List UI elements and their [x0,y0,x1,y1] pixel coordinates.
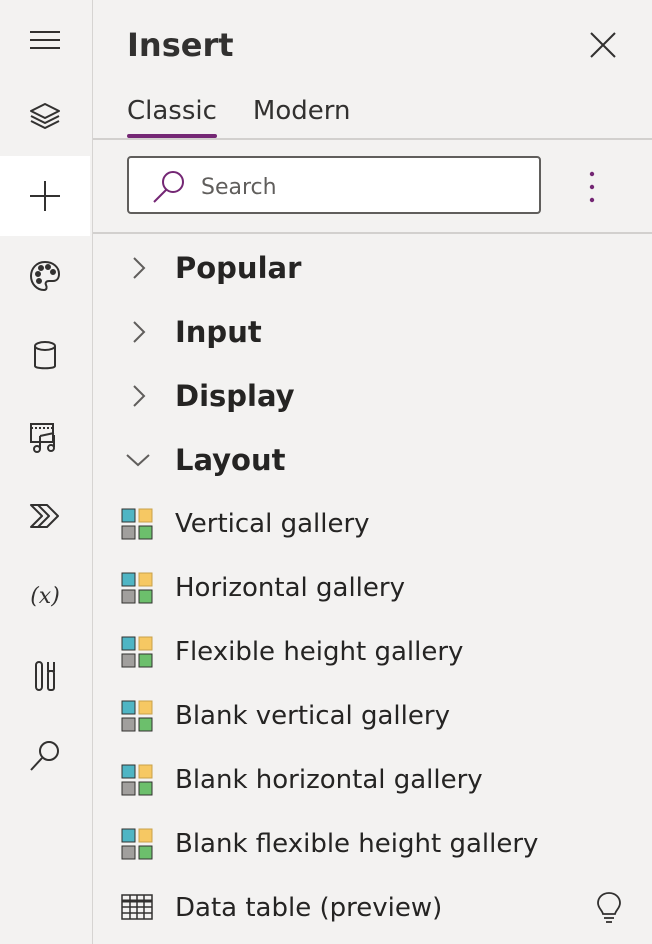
category-display[interactable]: Display [123,368,295,424]
item-label: Blank flexible height gallery [175,829,539,859]
power-automate-button[interactable] [0,476,90,556]
list-item-blank-horizontal-gallery[interactable]: Blank horizontal gallery [121,752,632,808]
gallery-icon [121,764,153,796]
gallery-icon [121,572,153,604]
list-item-blank-flexible-height-gallery[interactable]: Blank flexible height gallery [121,816,632,872]
search-divider [93,232,652,234]
database-icon [34,341,56,370]
data-button[interactable] [0,316,90,396]
tools-button[interactable] [0,636,90,716]
rail-search-button[interactable] [0,716,90,796]
panel-title: Insert [127,26,234,64]
category-input[interactable]: Input [123,304,262,360]
variables-icon: (x) [30,584,60,609]
theme-button[interactable] [0,236,90,316]
category-label: Display [175,379,295,413]
chevron-right-icon [133,385,146,407]
chevron-down-icon [126,454,150,467]
chevron-right-icon [133,321,146,343]
insert-panel: Insert Classic Modern Popular Input Disp… [93,0,652,944]
category-layout[interactable]: Layout [123,432,286,488]
close-icon[interactable] [588,30,618,60]
list-item-data-table[interactable]: Data table (preview) [121,880,632,936]
item-label: Data table (preview) [175,893,443,923]
item-label: Horizontal gallery [175,573,405,603]
search-input[interactable] [199,170,523,204]
table-icon [121,894,153,920]
plus-icon [30,181,60,211]
media-icon [30,423,55,453]
search-icon [153,171,184,203]
category-popular[interactable]: Popular [123,240,301,296]
item-label: Flexible height gallery [175,637,464,667]
tools-icon [35,661,55,691]
category-label: Popular [175,251,302,285]
list-item-flexible-height-gallery[interactable]: Flexible height gallery [121,624,632,680]
tab-classic[interactable]: Classic [127,96,217,138]
gallery-icon [121,700,153,732]
item-label: Vertical gallery [175,509,370,539]
gallery-icon [121,636,153,668]
list-item-vertical-gallery[interactable]: Vertical gallery [121,496,632,552]
item-label: Blank horizontal gallery [175,765,483,795]
tab-bar: Classic Modern [127,96,351,138]
variables-button[interactable]: (x) [0,556,90,636]
left-rail: (x) [0,0,93,944]
list-item-blank-vertical-gallery[interactable]: Blank vertical gallery [121,688,632,744]
insert-button[interactable] [0,156,90,236]
palette-icon [29,260,61,292]
category-label: Input [175,315,262,349]
search-box[interactable] [127,156,541,214]
tab-modern[interactable]: Modern [253,96,351,134]
more-options-icon[interactable] [580,170,604,206]
power-automate-icon [30,504,59,528]
svg-text:(x): (x) [30,584,60,609]
layers-icon [30,103,60,129]
hamburger-menu-button[interactable] [0,0,90,80]
category-label: Layout [175,443,286,477]
media-button[interactable] [0,396,90,476]
item-label: Blank vertical gallery [175,701,450,731]
gallery-icon [121,828,153,860]
tabs-divider [93,138,652,140]
tree-view-button[interactable] [0,76,90,156]
hamburger-menu-icon [30,31,60,49]
search-icon [30,741,59,771]
chevron-right-icon [133,257,146,279]
list-item-horizontal-gallery[interactable]: Horizontal gallery [121,560,632,616]
gallery-icon [121,508,153,540]
lightbulb-icon[interactable] [594,891,624,925]
